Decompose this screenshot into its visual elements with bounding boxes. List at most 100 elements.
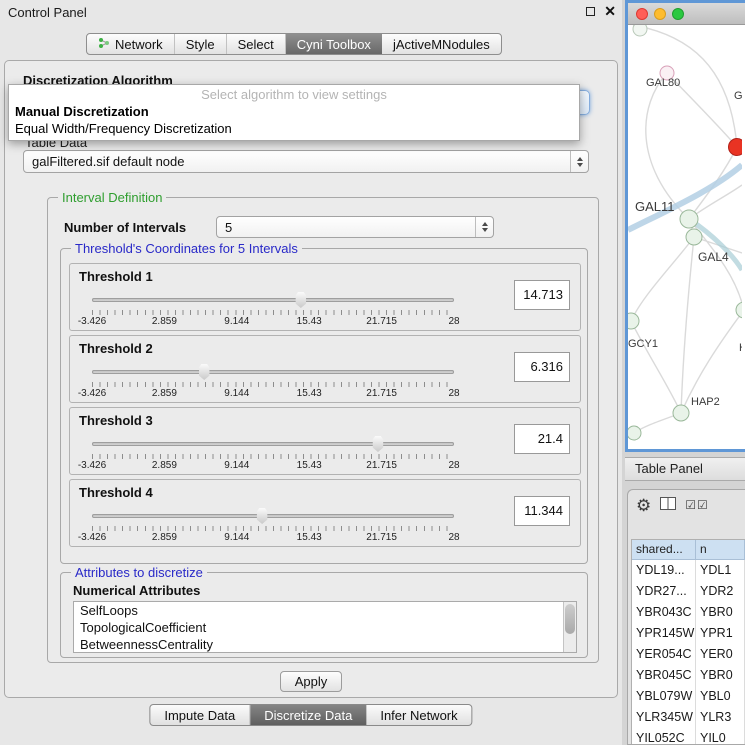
scale-label: 9.144 [224,532,249,543]
cell[interactable]: YBR043C [632,602,696,623]
select-all-checkbox-icon[interactable]: ☑☑ [685,499,709,511]
cell[interactable]: YER0 [696,644,745,665]
cell[interactable]: YER054C [632,644,696,665]
node-gcy1[interactable] [628,313,639,329]
node-hap2[interactable] [673,405,689,421]
threshold-3-value[interactable]: 21.4 [514,424,570,454]
slider-thumb[interactable] [256,507,269,524]
slider-thumb[interactable] [294,291,307,308]
table-row[interactable]: YBR043CYBR0 [632,602,745,623]
threshold-4-value[interactable]: 11.344 [514,496,570,526]
slider-track[interactable] [92,514,454,518]
slider-thumb[interactable] [371,435,384,452]
node-gal11[interactable] [680,210,698,228]
tab-cyni-toolbox[interactable]: Cyni Toolbox [286,34,382,54]
slider-thumb[interactable] [198,363,211,380]
scale-label: 21.715 [366,532,397,543]
scale-label: 28 [448,316,459,327]
close-icon[interactable]: ✕ [604,5,616,17]
table-panel-header[interactable]: Table Panel [625,457,745,481]
cell[interactable]: YDL1 [696,560,745,581]
scale-label: -3.426 [78,460,106,471]
cell[interactable]: YIL0 [696,728,745,745]
threshold-2-value[interactable]: 6.316 [514,352,570,382]
tab-impute-data[interactable]: Impute Data [150,705,250,725]
gear-icon[interactable]: ⚙ [636,497,651,514]
tab-jactivemnodules[interactable]: jActiveMNodules [382,34,501,54]
table-row[interactable]: YLR345WYLR3 [632,707,745,728]
table-row[interactable]: YBR045CYBR0 [632,665,745,686]
close-traffic-light-icon[interactable] [636,8,648,20]
combo-stepper-icon[interactable] [570,151,588,172]
cell[interactable]: YBR045C [632,665,696,686]
node-selected-red[interactable] [729,139,743,156]
popup-item-manual-discretization[interactable]: Manual Discretization [9,103,579,120]
number-of-intervals-value: 5 [225,220,232,235]
control-panel-window: Control Panel ✕ Network Style Select Cyn… [0,0,622,745]
cell[interactable]: YBL079W [632,686,696,707]
cell[interactable]: YDR27... [632,581,696,602]
table-row[interactable]: YPR145WYPR1 [632,623,745,644]
tab-network[interactable]: Network [87,34,175,54]
node-gal4[interactable] [686,229,702,245]
threshold-3-slider[interactable] [92,434,454,454]
table-data-value: galFiltered.sif default node [32,154,184,169]
cell[interactable]: YBL0 [696,686,745,707]
threshold-2-panel: Threshold 2 -3.426 2.859 9.144 15.43 21.… [69,335,581,403]
tab-infer-network[interactable]: Infer Network [366,705,471,725]
list-item[interactable]: TopologicalCoefficient [74,619,576,636]
cell[interactable]: YLR3 [696,707,745,728]
slider-track[interactable] [92,442,454,446]
table-row[interactable]: YIL052CYIL0 [632,728,745,745]
popup-item-equal-width[interactable]: Equal Width/Frequency Discretization [9,120,579,137]
network-canvas[interactable]: GAL80 GA GAL11 GAL4 GCY1 H HAP2 [628,25,745,448]
tab-label: Infer Network [380,708,457,723]
threshold-4-label: Threshold 4 [79,485,153,500]
minimize-traffic-light-icon[interactable] [654,8,666,20]
combo-stepper-icon[interactable] [475,217,493,237]
table-row[interactable]: YER054CYER0 [632,644,745,665]
number-of-intervals-combobox[interactable]: 5 [216,216,494,238]
columns-icon[interactable] [660,497,676,513]
cell[interactable]: YPR145W [632,623,696,644]
cell[interactable]: YLR345W [632,707,696,728]
algorithm-placeholder: Select algorithm to view settings [9,85,579,103]
list-item[interactable]: BetweennessCentrality [74,636,576,653]
apply-button[interactable]: Apply [280,671,342,692]
cyni-main-panel: Discretization Algorithm Table Data galF… [4,60,618,698]
attribute-list[interactable]: SelfLoops TopologicalCoefficient Between… [73,601,577,653]
cell[interactable]: YBR0 [696,665,745,686]
slider-track[interactable] [92,298,454,302]
column-header-name[interactable]: n [696,540,745,560]
table-data-combobox[interactable]: galFiltered.sif default node [23,150,589,173]
cell[interactable]: YPR1 [696,623,745,644]
cell[interactable]: YBR0 [696,602,745,623]
cell[interactable]: YDR2 [696,581,745,602]
zoom-traffic-light-icon[interactable] [672,8,684,20]
scrollbar-thumb[interactable] [565,604,575,634]
column-header-shared-name[interactable]: shared... [632,540,696,560]
threshold-1-value[interactable]: 14.713 [514,280,570,310]
scale-label: 15.43 [297,460,322,471]
scale-label: 15.43 [297,532,322,543]
network-window-titlebar[interactable] [628,3,745,25]
tab-style[interactable]: Style [175,34,227,54]
table-row[interactable]: YBL079WYBL0 [632,686,745,707]
list-scrollbar[interactable] [563,602,576,652]
threshold-4-slider[interactable] [92,506,454,526]
table-row[interactable]: YDL19...YDL1 [632,560,745,581]
node-label-gal80: GAL80 [646,77,680,89]
float-window-icon[interactable] [586,7,595,16]
tab-select[interactable]: Select [227,34,286,54]
slider-ticks [92,454,454,459]
scale-label: 15.43 [297,316,322,327]
slider-scale: -3.426 2.859 9.144 15.43 21.715 28 [92,532,454,544]
tab-discretize-data[interactable]: Discretize Data [250,705,366,725]
list-item[interactable]: SelfLoops [74,602,576,619]
cell[interactable]: YDL19... [632,560,696,581]
slider-track[interactable] [92,370,454,374]
threshold-2-slider[interactable] [92,362,454,382]
cell[interactable]: YIL052C [632,728,696,745]
threshold-1-slider[interactable] [92,290,454,310]
table-row[interactable]: YDR27...YDR2 [632,581,745,602]
